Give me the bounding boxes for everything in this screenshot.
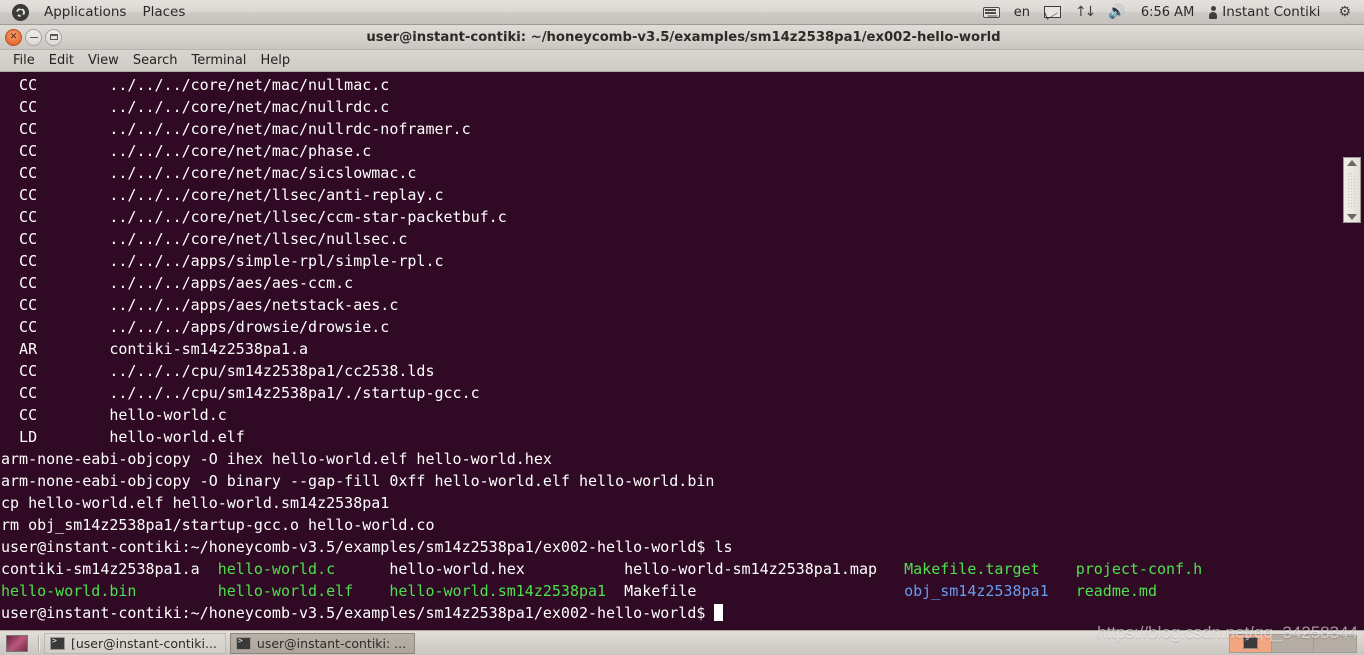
menu-edit[interactable]: Edit [42,50,81,71]
applications-menu-label: Applications [44,4,127,20]
maximize-icon [49,34,58,40]
terminal-icon [235,636,251,650]
system-settings-indicator[interactable]: ⚙ [1331,0,1358,24]
minimize-button[interactable] [25,28,42,46]
terminal-line: CC ../../../apps/drowsie/drowsie.c [1,318,390,336]
close-icon: ✕ [9,31,18,42]
mail-icon [1043,6,1061,18]
top-panel: Applications Places en ↑↓ 🔊 6:56 AM Inst… [0,0,1364,25]
terminal-area[interactable]: CC ../../../core/net/mac/nullmac.c CC ..… [0,72,1364,630]
workspace-2[interactable] [1272,634,1314,652]
terminal-line: CC ../../../core/net/mac/nullrdc-noframe… [1,120,471,138]
places-menu[interactable]: Places [134,0,193,24]
scroll-down-arrow-icon[interactable] [1347,214,1357,220]
session-user-label: Instant Contiki [1222,4,1321,20]
taskbar-window-2-label: user@instant-contiki: ... [256,635,407,651]
menu-search[interactable]: Search [126,50,185,71]
terminal-line: CC ../../../core/net/mac/phase.c [1,142,372,160]
keyboard-indicator[interactable] [976,0,1007,24]
keyboard-layout-indicator[interactable]: en [1007,0,1037,24]
show-desktop-icon[interactable] [6,634,28,652]
terminal-line: rm obj_sm14z2538pa1/startup-gcc.o hello-… [1,516,435,534]
scroll-up-arrow-icon[interactable] [1347,160,1357,166]
desktop-screen: Applications Places en ↑↓ 🔊 6:56 AM Inst… [0,0,1364,655]
window-title: user@instant-contiki: ~/honeycomb-v3.5/e… [366,29,1001,45]
menu-file[interactable]: File [6,50,42,71]
maximize-button[interactable] [45,28,62,46]
user-icon [1209,5,1218,19]
terminal-prompt-line: user@instant-contiki:~/honeycomb-v3.5/ex… [1,602,1202,624]
terminal-line: cp hello-world.elf hello-world.sm14z2538… [1,494,390,512]
terminal-line: CC ../../../core/net/llsec/ccm-star-pack… [1,208,507,226]
clock-label: 6:56 AM [1140,4,1195,20]
terminal-command-line: user@instant-contiki:~/honeycomb-v3.5/ex… [1,538,733,556]
network-indicator[interactable]: ↑↓ [1068,0,1101,24]
mail-indicator[interactable] [1037,0,1068,24]
menu-view[interactable]: View [81,50,126,71]
terminal-line: CC ../../../apps/aes/netstack-aes.c [1,296,399,314]
terminal-line: LD hello-world.elf [1,428,245,446]
window-titlebar[interactable]: ✕ user@instant-contiki: ~/honeycomb-v3.5… [0,25,1364,50]
keyboard-layout-label: en [1013,4,1030,20]
terminal-ls-row: contiki-sm14z2538pa1.a hello-world.c hel… [1,560,1203,578]
top-panel-left: Applications Places [0,0,193,24]
terminal-line: CC ../../../apps/simple-rpl/simple-rpl.c [1,252,444,270]
terminal-window: ✕ user@instant-contiki: ~/honeycomb-v3.5… [0,25,1364,630]
terminal-line: arm-none-eabi-objcopy -O binary --gap-fi… [1,472,715,490]
minimize-icon [29,36,38,38]
menu-help[interactable]: Help [253,50,297,71]
terminal-line: CC ../../../core/net/llsec/nullsec.c [1,230,408,248]
terminal-line: CC ../../../core/net/mac/nullrdc.c [1,98,390,116]
terminal-line: CC ../../../cpu/sm14z2538pa1/cc2538.lds [1,362,435,380]
terminal-output: CC ../../../core/net/mac/nullmac.c CC ..… [0,72,1202,624]
terminal-line: CC ../../../core/net/mac/sicslowmac.c [1,164,417,182]
window-menubar: File Edit View Search Terminal Help [0,50,1364,72]
terminal-ls-row: hello-world.bin hello-world.elf hello-wo… [1,582,1157,600]
ubuntu-logo-icon [12,3,29,21]
clock-indicator[interactable]: 6:56 AM [1133,0,1202,24]
volume-indicator[interactable]: 🔊 [1101,0,1132,24]
keyboard-icon [982,6,1000,18]
gear-icon: ⚙ [1338,4,1351,20]
top-panel-indicators: en ↑↓ 🔊 6:56 AM Instant Contiki ⚙ [976,0,1364,24]
menu-terminal[interactable]: Terminal [184,50,253,71]
taskbar-window-1[interactable]: [user@instant-contiki... [44,632,226,654]
volume-icon: 🔊 [1108,4,1126,20]
network-up-down-icon: ↑↓ [1074,4,1097,20]
places-menu-label: Places [142,4,186,20]
terminal-line: CC hello-world.c [1,406,227,424]
terminal-line: CC ../../../core/net/mac/nullmac.c [1,76,390,94]
terminal-line: CC ../../../core/net/llsec/anti-replay.c [1,186,444,204]
workspace-3[interactable] [1314,634,1356,652]
scrollbar-thumb[interactable] [1343,157,1361,223]
scrollbar-grip [1347,172,1357,208]
workspace-window-icon [1243,635,1258,649]
terminal-cursor [714,604,724,621]
terminal-icon [50,636,65,650]
terminal-line: CC ../../../apps/aes/aes-ccm.c [1,274,354,292]
close-button[interactable]: ✕ [5,28,22,46]
terminal-line: arm-none-eabi-objcopy -O ihex hello-worl… [1,450,552,468]
taskbar-window-1-label: [user@instant-contiki... [71,635,217,651]
workspace-switcher[interactable] [1229,633,1357,653]
applications-menu[interactable]: Applications [36,0,134,24]
session-indicator[interactable]: Instant Contiki [1202,0,1331,24]
taskbar-window-2[interactable]: user@instant-contiki: ... [229,632,416,654]
terminal-line: AR contiki-sm14z2538pa1.a [1,340,309,358]
terminal-line: CC ../../../cpu/sm14z2538pa1/./startup-g… [1,384,480,402]
workspace-1[interactable] [1230,634,1272,652]
ubuntu-menu-button[interactable] [0,0,36,24]
taskbar-separator [38,634,40,652]
bottom-taskbar: [user@instant-contiki... user@instant-co… [0,630,1364,655]
terminal-scrollbar[interactable] [1343,72,1361,630]
